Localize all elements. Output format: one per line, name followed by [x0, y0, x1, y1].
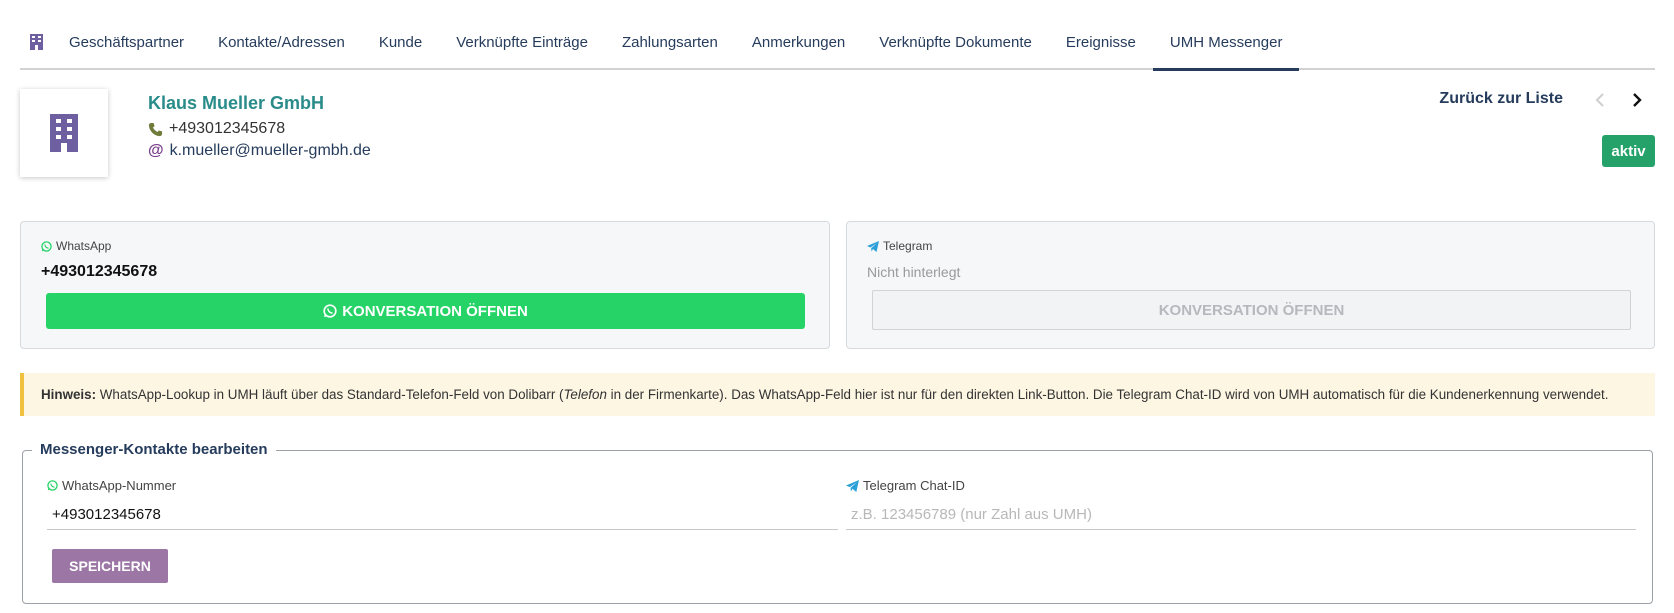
back-to-list-link[interactable]: Zurück zur Liste: [1439, 90, 1563, 108]
email-text: k.mueller@mueller-gmbh.de: [169, 142, 371, 159]
next-record-button[interactable]: [1626, 89, 1648, 111]
telegram-not-set-text: Nicht hinterlegt: [867, 264, 961, 280]
company-name: Klaus Mueller GmbH: [148, 93, 325, 113]
hint-box: Hinweis: WhatsApp-Lookup in UMH läuft üb…: [20, 373, 1655, 416]
telegram-card-label: Telegram: [867, 239, 932, 253]
whatsapp-number-input[interactable]: [47, 500, 838, 530]
tab-zahlungsarten[interactable]: Zahlungsarten: [605, 20, 735, 70]
whatsapp-icon: [323, 304, 337, 318]
hint-text-before: WhatsApp-Lookup in UMH läuft über das St…: [96, 387, 564, 402]
telegram-icon: [846, 479, 859, 492]
status-badge: aktiv: [1602, 135, 1655, 167]
hint-italic: Telefon: [563, 387, 607, 402]
open-telegram-conversation-button[interactable]: KONVERSATION ÖFFNEN: [872, 290, 1631, 330]
whatsapp-label-text: WhatsApp: [56, 239, 112, 253]
tab-geschaeftspartner[interactable]: Geschäftspartner: [52, 20, 201, 70]
telegram-card: Telegram Nicht hinterlegt KONVERSATION Ö…: [846, 221, 1655, 349]
whatsapp-button-label: KONVERSATION ÖFFNEN: [342, 302, 528, 320]
building-icon: [50, 114, 78, 152]
whatsapp-icon: [47, 480, 58, 491]
phone-text: +493012345678: [169, 120, 286, 137]
tab-verknuepfte-dokumente[interactable]: Verknüpfte Dokumente: [862, 20, 1049, 70]
fieldset-legend: Messenger-Kontakte bearbeiten: [32, 441, 276, 458]
save-button[interactable]: SPEICHERN: [52, 549, 168, 583]
company-phone[interactable]: +493012345678: [148, 120, 285, 138]
hint-text-after: in der Firmenkarte). Das WhatsApp-Feld h…: [606, 387, 1609, 402]
phone-icon: [148, 122, 163, 136]
tab-ereignisse[interactable]: Ereignisse: [1049, 20, 1153, 70]
previous-record-button[interactable]: [1589, 89, 1611, 111]
company-email[interactable]: @ k.mueller@mueller-gmbh.de: [148, 142, 371, 160]
at-icon: @: [148, 142, 164, 159]
tab-kontakte-adressen[interactable]: Kontakte/Adressen: [201, 20, 362, 70]
telegram-label-text: Telegram: [883, 239, 933, 253]
telegram-chat-id-label: Telegram Chat-ID: [846, 478, 965, 493]
whatsapp-number: +493012345678: [41, 263, 158, 280]
whatsapp-icon: [41, 240, 52, 252]
hint-title: Hinweis:: [41, 387, 97, 402]
chevron-right-icon: [1633, 93, 1642, 107]
tab-umh-messenger[interactable]: UMH Messenger: [1152, 20, 1300, 71]
tab-bar: Geschäftspartner Kontakte/Adressen Kunde…: [20, 20, 1655, 71]
whatsapp-card: WhatsApp +493012345678 KONVERSATION ÖFFN…: [20, 221, 830, 349]
telegram-chat-id-input[interactable]: [846, 500, 1636, 530]
whatsapp-number-label: WhatsApp-Nummer: [47, 478, 176, 493]
whatsapp-card-label: WhatsApp: [41, 239, 111, 253]
telegram-chat-id-label-text: Telegram Chat-ID: [863, 478, 965, 493]
tab-verknuepfte-eintraege[interactable]: Verknüpfte Einträge: [439, 20, 605, 70]
company-logo: [20, 89, 108, 177]
tab-company-icon[interactable]: [20, 20, 52, 66]
building-icon: [29, 34, 43, 50]
tab-kunde[interactable]: Kunde: [362, 20, 439, 70]
open-whatsapp-conversation-button[interactable]: KONVERSATION ÖFFNEN: [46, 293, 805, 329]
tab-anmerkungen[interactable]: Anmerkungen: [735, 20, 862, 70]
telegram-icon: [867, 240, 879, 252]
chevron-left-icon: [1595, 93, 1604, 107]
whatsapp-number-label-text: WhatsApp-Nummer: [62, 478, 177, 493]
